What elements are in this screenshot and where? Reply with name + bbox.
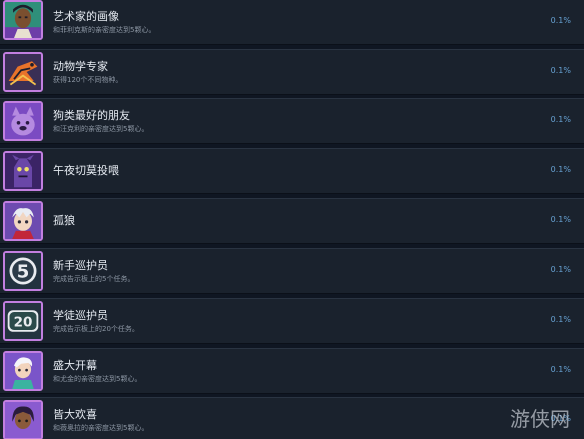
achievement-percent: 0.1% xyxy=(550,66,571,75)
achievement-row[interactable]: 皆大欢喜 和薇奥拉的亲密度达到5颗心。 0.1% xyxy=(0,397,584,439)
achievement-title: 狗类最好的朋友 xyxy=(53,109,130,122)
achievement-percent: 0.1% xyxy=(550,265,571,274)
achievement-percent: 0.1% xyxy=(550,16,571,25)
achievement-percent: 0.1% xyxy=(550,115,571,124)
badge-number: 20 xyxy=(14,314,33,330)
achievement-row[interactable]: 5 新手巡护员 完成告示板上的5个任务。 0.1% xyxy=(0,248,584,294)
badge-number: 5 xyxy=(17,261,30,282)
felix-portrait-icon xyxy=(3,0,43,40)
lone-wolf-icon xyxy=(3,201,43,241)
achievement-percent: 0.1% xyxy=(550,315,571,324)
achievement-description: 和薇奥拉的亲密度达到5颗心。 xyxy=(53,424,149,432)
achievement-row[interactable]: 狗类最好的朋友 和汪克利的亲密度达到5颗心。 0.1% xyxy=(0,98,584,144)
achievement-row[interactable]: 20 学徒巡护员 完成告示板上的20个任务。 0.1% xyxy=(0,298,584,344)
achievement-title: 学徒巡护员 xyxy=(53,309,108,322)
achievement-title: 新手巡护员 xyxy=(53,259,108,272)
night-creature-icon xyxy=(3,151,43,191)
achievement-row[interactable]: 孤狼 0.1% xyxy=(0,198,584,244)
site-watermark-logo: 游侠网 xyxy=(500,401,580,435)
achievement-row[interactable]: 艺术家的画像 和菲利克斯的亲密度达到5颗心。 0.1% xyxy=(0,0,584,45)
watermark-text: 游侠网 xyxy=(510,407,570,431)
achievement-title: 盛大开幕 xyxy=(53,359,97,372)
achievement-title: 艺术家的画像 xyxy=(53,10,119,23)
viola-portrait-icon xyxy=(3,400,43,439)
orange-creature-icon xyxy=(3,52,43,92)
achievement-description: 完成告示板上的20个任务。 xyxy=(53,325,139,333)
achievement-description: 和汪克利的亲密度达到5颗心。 xyxy=(53,125,149,133)
dog-friend-icon xyxy=(3,101,43,141)
achievement-title: 孤狼 xyxy=(53,214,75,227)
achievement-row[interactable]: 午夜切莫投喂 0.1% xyxy=(0,148,584,194)
achievement-description: 和尤金的亲密度达到5颗心。 xyxy=(53,375,142,383)
achievement-title: 午夜切莫投喂 xyxy=(53,164,119,177)
number-5-icon: 5 xyxy=(3,251,43,291)
achievement-description: 获得120个不同物种。 xyxy=(53,76,123,84)
achievement-list: 艺术家的画像 和菲利克斯的亲密度达到5颗心。 0.1% 动物学专家 获得120个… xyxy=(0,0,584,439)
achievement-description: 和菲利克斯的亲密度达到5颗心。 xyxy=(53,26,156,34)
eugene-portrait-icon xyxy=(3,351,43,391)
achievement-description: 完成告示板上的5个任务。 xyxy=(53,275,135,283)
achievement-title: 皆大欢喜 xyxy=(53,408,97,421)
achievement-percent: 0.1% xyxy=(550,365,571,374)
achievement-row[interactable]: 动物学专家 获得120个不同物种。 0.1% xyxy=(0,49,584,95)
achievement-row[interactable]: 盛大开幕 和尤金的亲密度达到5颗心。 0.1% xyxy=(0,348,584,394)
number-20-icon: 20 xyxy=(3,301,43,341)
achievement-percent: 0.1% xyxy=(550,165,571,174)
achievement-percent: 0.1% xyxy=(550,215,571,224)
achievement-title: 动物学专家 xyxy=(53,60,108,73)
